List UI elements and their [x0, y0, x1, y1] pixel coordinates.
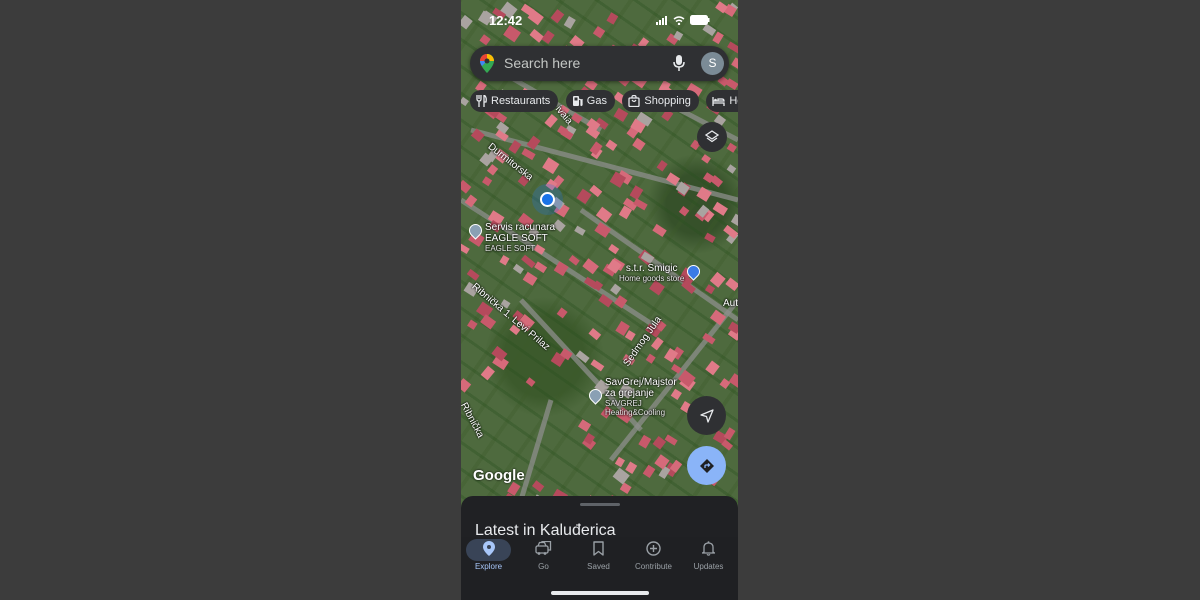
nav-label: Saved: [587, 562, 610, 571]
maps-pin-icon: [480, 54, 494, 73]
chip-label: Gas: [586, 95, 607, 107]
status-time: 12:42: [489, 13, 523, 28]
poi-eagle-soft[interactable]: Servis racunara EAGLE SOFT EAGLE SOFT: [466, 221, 560, 253]
directions-button[interactable]: [687, 446, 726, 485]
directions-icon: [699, 458, 714, 473]
category-chips: Restaurants Gas Shopping Hot: [470, 90, 738, 112]
status-icons: [656, 15, 710, 25]
poi-smigic[interactable]: s.t.r. Smigic Home goods store: [619, 262, 704, 283]
bell-icon: [702, 541, 715, 556]
poi-name: Servis racunara EAGLE SOFT: [485, 222, 556, 244]
chip-label: Restaurants: [491, 95, 551, 107]
poi-pin-icon: [466, 221, 485, 240]
chip-hotels[interactable]: Hot: [706, 90, 738, 112]
street-label-aut: Aut: [723, 298, 738, 309]
nav-go[interactable]: Go: [516, 537, 571, 577]
current-location-dot: [540, 192, 555, 207]
my-location-button[interactable]: [687, 396, 726, 435]
search-input[interactable]: Search here: [504, 55, 580, 71]
store-pin-icon: [684, 262, 704, 281]
layers-icon: [705, 130, 719, 143]
phone-screen: ivaia Durmitorska Ribnička 1. Levi Prila…: [461, 0, 738, 600]
poi-subtitle: SAVGREJ Heating&Cooling: [605, 399, 666, 417]
navigation-arrow-icon: [699, 408, 714, 423]
sheet-drag-handle[interactable]: [580, 503, 620, 506]
poi-savgrej[interactable]: SavGrej/Majstor za grejanje SAVGREJ Heat…: [586, 377, 683, 417]
gas-pump-icon: [572, 96, 583, 107]
search-bar[interactable]: Search here S: [470, 46, 729, 81]
poi-pin-icon: [586, 386, 605, 405]
plus-circle-icon: [646, 541, 661, 556]
nav-label: Contribute: [635, 562, 672, 571]
chip-label: Shopping: [644, 95, 691, 107]
fork-knife-icon: [476, 95, 487, 107]
account-avatar[interactable]: S: [701, 52, 724, 75]
status-bar: 12:42: [461, 0, 738, 40]
nav-label: Explore: [474, 562, 503, 571]
chip-label: Hot: [729, 95, 738, 107]
nav-updates[interactable]: Updates: [681, 537, 736, 577]
chip-restaurants[interactable]: Restaurants: [470, 90, 559, 112]
nav-label: Go: [538, 562, 549, 571]
google-logo: Google: [473, 467, 525, 484]
poi-name: SavGrej/Majstor za grejanje: [605, 377, 677, 399]
bottom-navigation: Explore Go Saved Contribute Updates: [461, 537, 738, 600]
poi-subtitle: EAGLE SOFT: [485, 244, 536, 253]
nav-label: Updates: [693, 562, 724, 571]
nav-contribute[interactable]: Contribute: [626, 537, 681, 577]
car-icon: [535, 541, 552, 555]
nav-explore[interactable]: Explore: [461, 537, 516, 577]
nav-saved[interactable]: Saved: [571, 537, 626, 577]
signal-icon: [656, 15, 667, 25]
shopping-bag-icon: [628, 95, 641, 107]
layers-button[interactable]: [697, 122, 727, 152]
bed-icon: [712, 96, 726, 106]
bookmark-icon: [593, 541, 604, 556]
battery-icon: [690, 15, 710, 25]
location-pin-icon: [482, 541, 495, 556]
poi-name: s.t.r. Smigic: [625, 263, 678, 274]
wifi-icon: [673, 15, 685, 25]
chip-shopping[interactable]: Shopping: [622, 90, 699, 112]
microphone-icon[interactable]: [673, 55, 685, 72]
home-indicator[interactable]: [551, 591, 649, 595]
chip-gas[interactable]: Gas: [565, 90, 615, 112]
poi-subtitle: Home goods store: [619, 274, 685, 283]
